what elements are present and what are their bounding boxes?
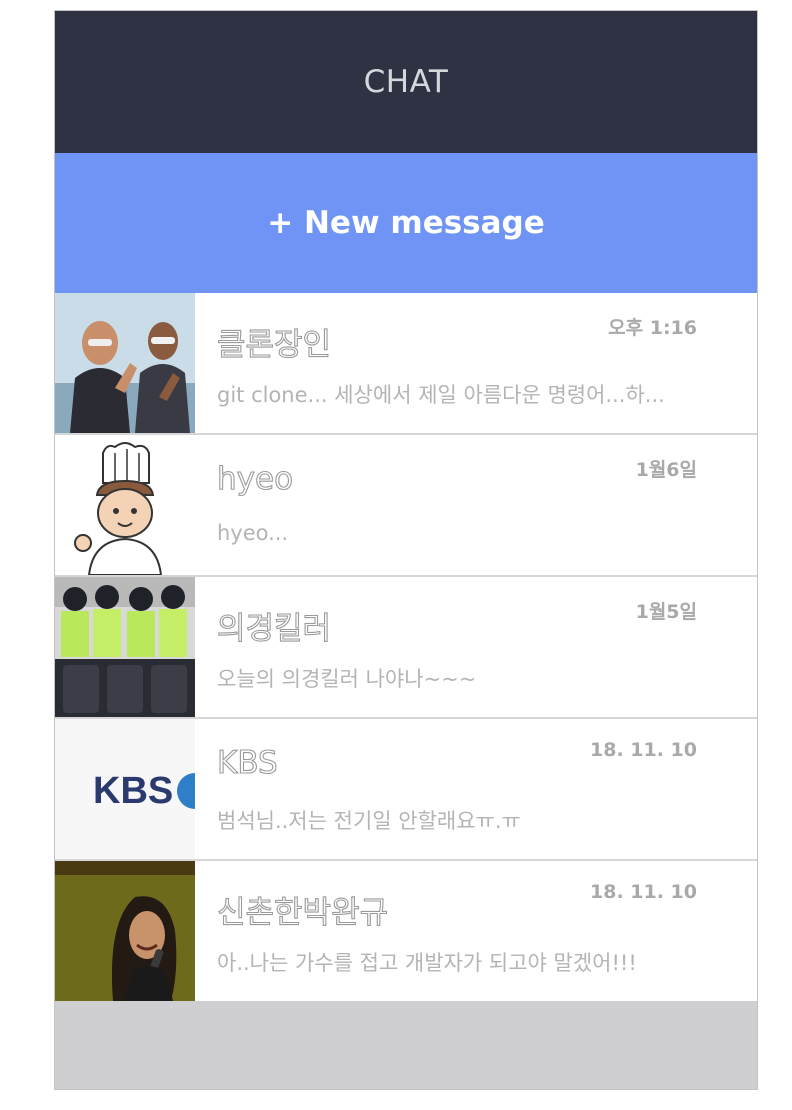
chat-preview: 아..나는 가수를 접고 개발자가 되고야 말겠어!!! — [217, 951, 637, 975]
chat-app: CHAT + New message 클론장인 오후 1:16 git clon… — [54, 10, 758, 1090]
chat-name: 신촌한박완규 — [216, 894, 389, 931]
chat-name: KBS — [216, 744, 278, 781]
chat-row-4[interactable]: KBS KBS 18. 11. 10 범석님..저는 전기일 안할래요ㅠ.ㅠ — [55, 719, 757, 861]
chat-list: 클론장인 오후 1:16 git clone... 세상에서 제일 아름다운 명… — [55, 293, 757, 1001]
chat-preview: 오늘의 의경킬러 나야나~~~ — [217, 667, 477, 691]
new-message-label: + New message — [267, 205, 545, 241]
chat-row-2[interactable]: hyeo 1월6일 hyeo... — [55, 435, 757, 577]
avatar-riot-police — [55, 577, 195, 717]
chat-timestamp: 18. 11. 10 — [590, 739, 697, 761]
chat-preview: hyeo... — [217, 521, 289, 545]
chat-timestamp: 1월6일 — [635, 459, 697, 481]
chat-name: 클론장인 — [216, 326, 332, 363]
avatar-singer — [55, 861, 195, 1001]
avatar-kbs-logo: KBS — [55, 719, 195, 859]
empty-area — [55, 1001, 757, 1089]
avatar-chef — [55, 435, 195, 575]
app-header: CHAT — [55, 11, 757, 153]
chat-timestamp: 1월5일 — [635, 601, 697, 623]
chat-row-3[interactable]: 의경킬러 1월5일 오늘의 의경킬러 나야나~~~ — [55, 577, 757, 719]
chat-name: hyeo — [216, 460, 294, 497]
kbs-logo-text: KBS — [93, 770, 173, 812]
page-title: CHAT — [363, 64, 449, 100]
chat-name: 의경킬러 — [216, 610, 332, 647]
chat-row-5[interactable]: 신촌한박완규 18. 11. 10 아..나는 가수를 접고 개발자가 되고야 … — [55, 861, 757, 1001]
avatar-clone-master — [55, 293, 195, 433]
chat-timestamp: 오후 1:16 — [608, 317, 697, 339]
chat-row-1[interactable]: 클론장인 오후 1:16 git clone... 세상에서 제일 아름다운 명… — [55, 293, 757, 435]
chat-timestamp: 18. 11. 10 — [590, 881, 697, 903]
chat-preview: 범석님..저는 전기일 안할래요ㅠ.ㅠ — [217, 809, 521, 833]
chat-preview: git clone... 세상에서 제일 아름다운 명령어...하... — [217, 383, 665, 407]
new-message-button[interactable]: + New message — [55, 153, 757, 293]
